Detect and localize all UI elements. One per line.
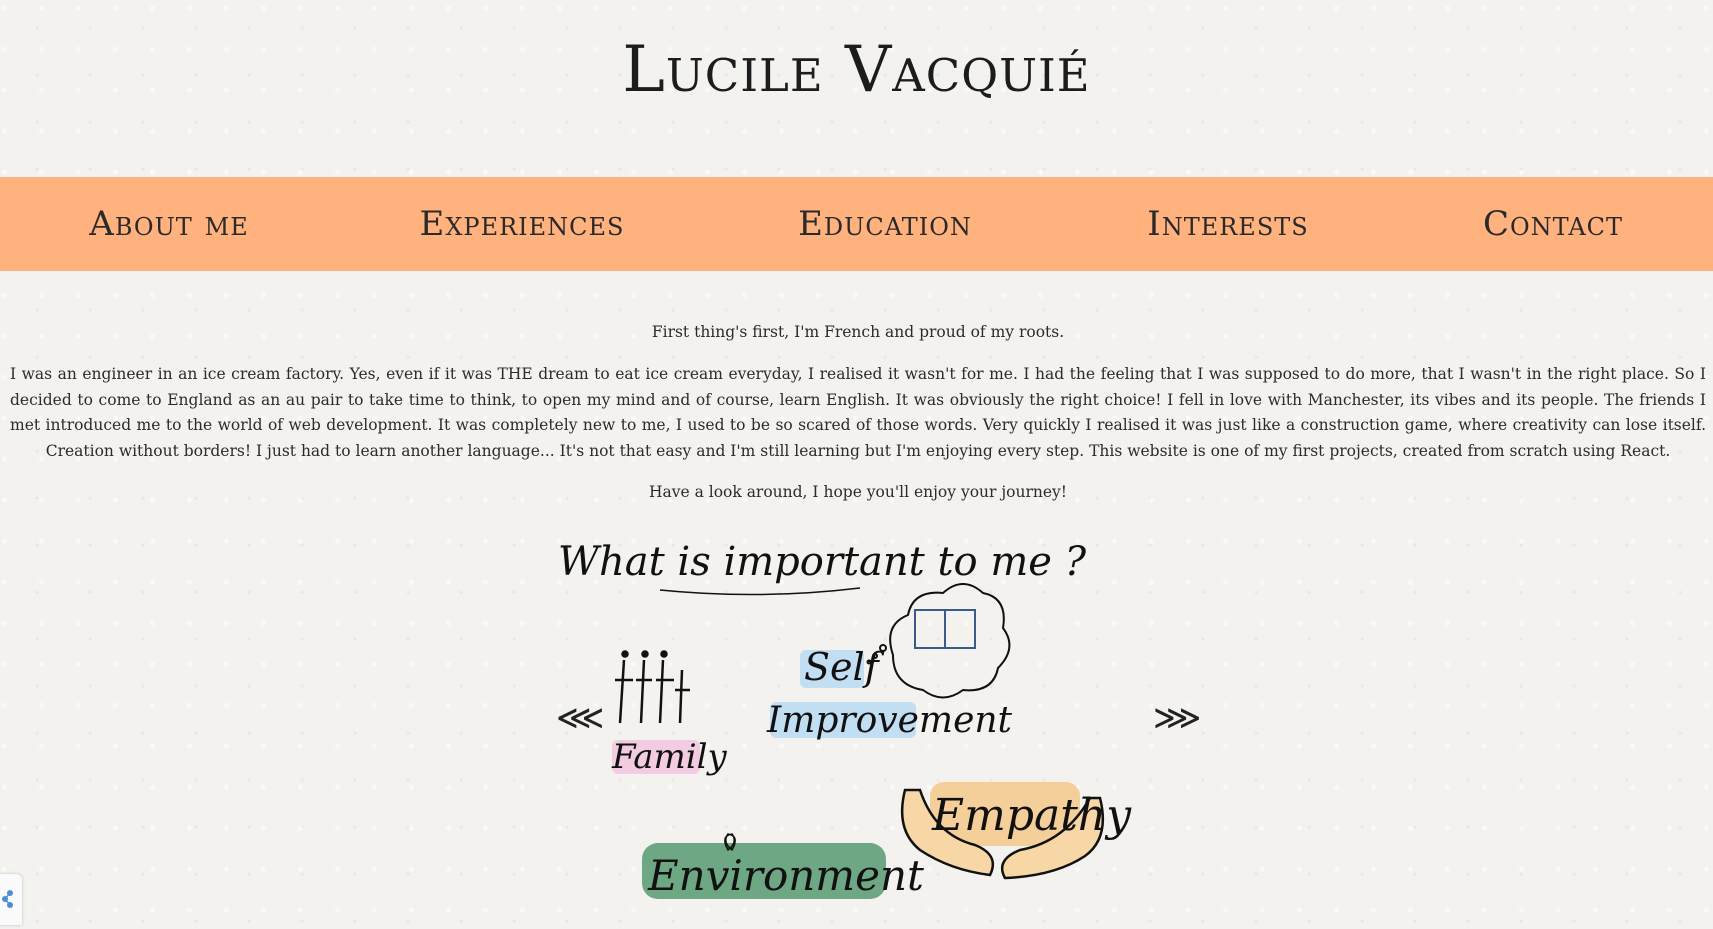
- share-button[interactable]: [0, 874, 22, 925]
- values-carousel: ⋘ ⋙ What is important to me ? Family Sel…: [0, 530, 1713, 925]
- leaf-icon: [724, 833, 736, 852]
- heading-underline: [659, 587, 861, 596]
- value-empathy: Empathy: [931, 790, 1132, 841]
- value-improvement: Improvement: [766, 700, 1013, 741]
- nav-contact[interactable]: Contact: [1483, 177, 1623, 271]
- carousel-heading: What is important to me ?: [558, 539, 1087, 585]
- main-navigation: About me Experiences Education Interests…: [0, 177, 1713, 271]
- family-figures-icon: [615, 650, 690, 724]
- nav-interests[interactable]: Interests: [1147, 177, 1308, 271]
- value-environment: Environment: [647, 851, 924, 900]
- share-icon: [2, 890, 13, 908]
- values-illustration: What is important to me ? Family Self Im…: [558, 539, 1132, 900]
- value-self: Self: [804, 645, 885, 689]
- nav-education[interactable]: Education: [798, 177, 972, 271]
- site-title: Lucile Vacquié: [622, 33, 1091, 107]
- intro-paragraph-welcome: Have a look around, I hope you'll enjoy …: [648, 483, 1068, 501]
- thought-cloud-book-icon: [866, 583, 1011, 699]
- nav-experiences[interactable]: Experiences: [420, 177, 625, 271]
- intro-paragraph-roots: First thing's first, I'm French and prou…: [651, 323, 1065, 341]
- intro-paragraph-story: I was an engineer in an ice cream factor…: [10, 365, 1706, 460]
- value-family: Family: [611, 737, 728, 777]
- nav-about-me[interactable]: About me: [89, 177, 248, 271]
